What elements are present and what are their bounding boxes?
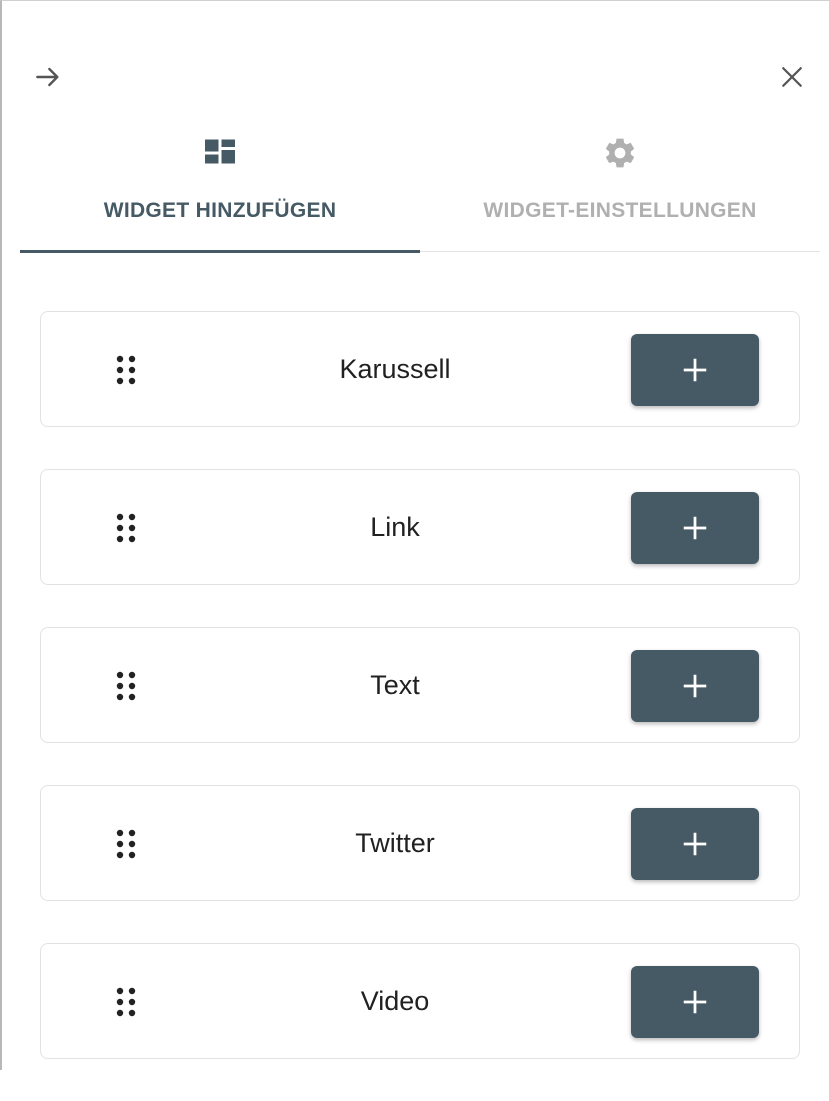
- drag-handle-icon[interactable]: [111, 508, 141, 548]
- widget-name: Text: [370, 669, 420, 700]
- tab-widget-einstellungen[interactable]: WIDGET-EINSTELLUNGEN: [420, 121, 820, 251]
- collapse-panel-button[interactable]: [28, 57, 68, 97]
- add-widget-button[interactable]: [631, 650, 759, 722]
- drag-handle-icon[interactable]: [111, 824, 141, 864]
- plus-icon: [683, 832, 707, 856]
- widget-name: Video: [360, 985, 430, 1016]
- active-tab-indicator: [20, 250, 420, 253]
- widget-item-karussell: Karussell: [40, 311, 800, 427]
- widget-item-video: Video: [40, 943, 800, 1059]
- plus-icon: [683, 516, 707, 540]
- add-widget-button[interactable]: [631, 808, 759, 880]
- plus-icon: [683, 358, 707, 382]
- drag-handle-icon[interactable]: [111, 666, 141, 706]
- dashboard-icon: [200, 133, 240, 173]
- widget-item-text: Text: [40, 627, 800, 743]
- widget-name: Twitter: [355, 827, 435, 858]
- plus-icon: [683, 674, 707, 698]
- widget-panel: WIDGET HINZUFÜGEN WIDGET-EINSTELLUNGEN K…: [0, 0, 829, 1070]
- tab-label: WIDGET-EINSTELLUNGEN: [483, 199, 757, 222]
- tab-bar: WIDGET HINZUFÜGEN WIDGET-EINSTELLUNGEN: [20, 121, 820, 253]
- add-widget-button[interactable]: [631, 966, 759, 1038]
- plus-icon: [683, 990, 707, 1014]
- close-button[interactable]: [772, 57, 812, 97]
- arrow-right-icon: [36, 67, 59, 87]
- widget-name: Karussell: [339, 353, 451, 384]
- widget-item-link: Link: [40, 469, 800, 585]
- widget-list: Karussell Link Text Twitter Video: [40, 311, 800, 1101]
- widget-item-twitter: Twitter: [40, 785, 800, 901]
- tab-widget-hinzufuegen[interactable]: WIDGET HINZUFÜGEN: [20, 121, 420, 253]
- close-icon: [782, 67, 802, 87]
- add-widget-button[interactable]: [631, 492, 759, 564]
- add-widget-button[interactable]: [631, 334, 759, 406]
- gear-icon: [600, 133, 640, 173]
- drag-handle-icon[interactable]: [111, 350, 141, 390]
- widget-name: Link: [370, 511, 420, 542]
- panel-header: [2, 1, 829, 111]
- drag-handle-icon[interactable]: [111, 982, 141, 1022]
- tab-label: WIDGET HINZUFÜGEN: [103, 199, 337, 222]
